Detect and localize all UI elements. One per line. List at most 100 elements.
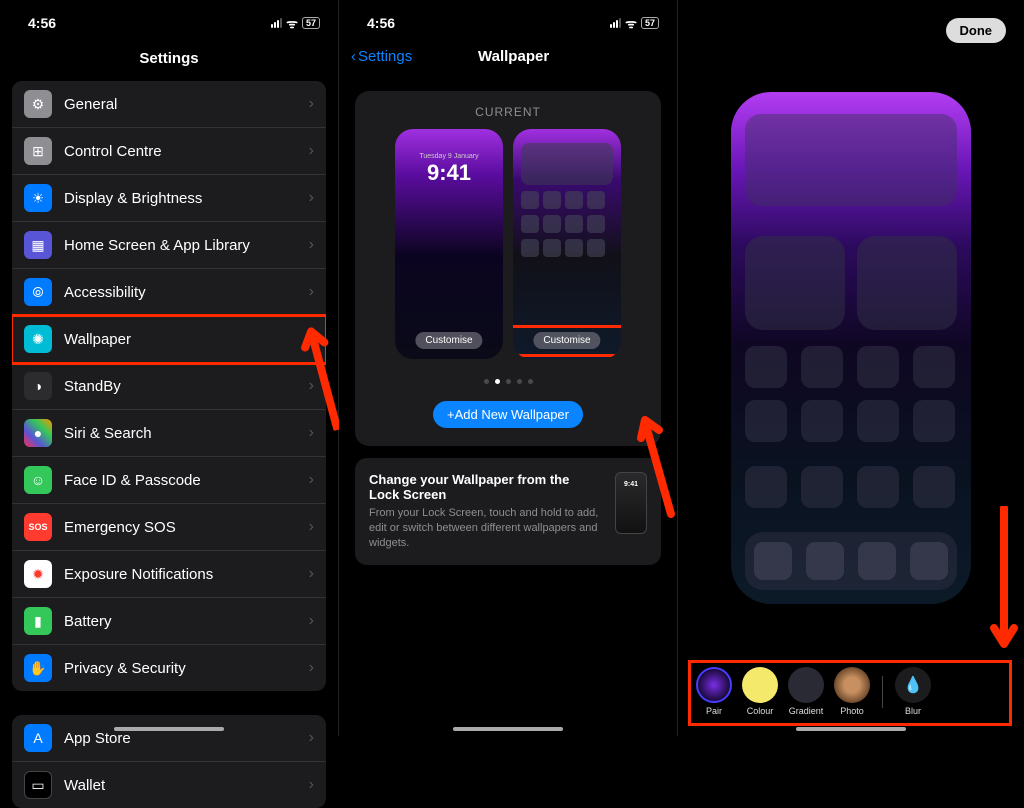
settings-list-main: ⚙General›⊞Control Centre›☀Display & Brig… — [12, 81, 326, 691]
settings-row-standby[interactable]: ◑StandBy› — [12, 363, 326, 410]
chevron-right-icon: › — [309, 377, 314, 395]
row-label: Wallet — [64, 777, 309, 794]
signal-icon — [610, 18, 621, 28]
row-icon: ✹ — [24, 560, 52, 588]
row-label: General — [64, 96, 309, 113]
widget-placeholder — [745, 114, 957, 206]
annotation-arrow-icon — [990, 506, 1018, 656]
row-icon: ▦ — [24, 231, 52, 259]
settings-row-emergency-sos[interactable]: SOSEmergency SOS› — [12, 504, 326, 551]
settings-panel: 4:56 ᯤ 57 Settings ⚙ General › ⊞ Control Cen… — [0, 0, 339, 736]
gradient-icon — [788, 667, 824, 703]
settings-row-wallpaper[interactable]: ✺Wallpaper› — [12, 316, 326, 363]
row-label: Face ID & Passcode — [64, 472, 309, 489]
colour-button[interactable]: Colour — [742, 667, 778, 716]
separator — [882, 676, 883, 708]
battery-icon: 57 — [641, 17, 659, 29]
chevron-right-icon: › — [309, 142, 314, 160]
battery-icon: 57 — [302, 17, 320, 29]
row-icon: SOS — [24, 513, 52, 541]
gradient-button[interactable]: Gradient — [788, 667, 824, 716]
add-wallpaper-button[interactable]: +Add New Wallpaper — [433, 401, 583, 428]
settings-row-home-screen-app-library[interactable]: ▦ Home Screen & App Library› — [12, 222, 326, 269]
home-indicator[interactable] — [114, 727, 224, 731]
row-label: Exposure Notifications — [64, 566, 309, 583]
status-icons: ᯤ 57 — [271, 14, 320, 32]
row-label: Accessibility — [64, 284, 309, 301]
page-title: Settings — [0, 40, 338, 81]
hint-body: From your Lock Screen, touch and hold to… — [369, 506, 603, 551]
clock: 4:56 — [28, 15, 56, 31]
settings-row-wallet[interactable]: ▭Wallet› — [12, 762, 326, 808]
status-bar: 4:56 ᯤ 57 — [339, 0, 677, 40]
settings-row-face-id-passcode[interactable]: ☺ Face ID & Passcode› — [12, 457, 326, 504]
row-label: Display & Brightness — [64, 190, 309, 207]
row-icon: ⊞ — [24, 137, 52, 165]
chevron-right-icon: › — [309, 424, 314, 442]
home-indicator[interactable] — [453, 727, 563, 731]
homescreen-editor-preview[interactable] — [731, 92, 971, 604]
status-icons: ᯤ 57 — [610, 14, 659, 32]
photo-icon — [834, 667, 870, 703]
row-icon: ◑ — [24, 372, 52, 400]
settings-row-exposure-notifications[interactable]: ✹ Exposure Notifications› — [12, 551, 326, 598]
hint-title: Change your Wallpaper from the Lock Scre… — [369, 472, 603, 502]
chevron-left-icon: ‹ — [351, 48, 356, 65]
row-label: Control Centre — [64, 143, 309, 160]
settings-row-accessibility[interactable]: ⦾ Accessibility› — [12, 269, 326, 316]
row-icon: ☺ — [24, 466, 52, 494]
row-label: Privacy & Security — [64, 660, 309, 677]
lockscreen-preview[interactable]: Tuesday 9 January 9:41 Customise — [395, 129, 503, 359]
current-label: CURRENT — [367, 105, 649, 119]
blur-icon: 💧 — [895, 667, 931, 703]
settings-row-general[interactable]: ⚙General› — [12, 81, 326, 128]
row-icon: ▭ — [24, 771, 52, 799]
row-icon: ⚙ — [24, 90, 52, 118]
wallpaper-panel: 4:56 ᯤ 57 ‹Settings Wallpaper CURRENT Tu… — [339, 0, 678, 736]
customise-lock-button[interactable]: Customise — [415, 332, 482, 349]
lockscreen-hint-card[interactable]: Change your Wallpaper from the Lock Scre… — [355, 458, 661, 565]
pair-icon — [696, 667, 732, 703]
wifi-icon: ᯤ — [286, 14, 298, 32]
page-title: Wallpaper — [362, 48, 665, 65]
row-icon: A — [24, 724, 52, 752]
settings-row-display-brightness[interactable]: ☀ Display & Brightness› — [12, 175, 326, 222]
settings-row-privacy-security[interactable]: ✋ Privacy & Security› — [12, 645, 326, 691]
page-dots[interactable] — [367, 371, 649, 389]
nav-bar: ‹Settings Wallpaper — [339, 40, 677, 73]
settings-row-app-store[interactable]: AApp Store› — [12, 715, 326, 762]
row-label: Battery — [64, 613, 309, 630]
chevron-right-icon: › — [309, 236, 314, 254]
row-icon: ✋ — [24, 654, 52, 682]
wifi-icon: ᯤ — [625, 14, 637, 32]
chevron-right-icon: › — [309, 189, 314, 207]
chevron-right-icon: › — [309, 471, 314, 489]
done-button[interactable]: Done — [946, 18, 1007, 43]
row-label: Home Screen & App Library — [64, 237, 309, 254]
settings-row-control-centre[interactable]: ⊞ Control Centre› — [12, 128, 326, 175]
customise-home-button[interactable]: Customise — [533, 332, 600, 349]
homescreen-preview[interactable]: Customise — [513, 129, 621, 359]
status-bar: 4:56 ᯤ 57 — [0, 0, 338, 40]
settings-row-battery[interactable]: ▮Battery› — [12, 598, 326, 645]
chevron-right-icon: › — [309, 729, 314, 747]
row-icon: ● — [24, 419, 52, 447]
settings-row-siri-search[interactable]: ● Siri & Search› — [12, 410, 326, 457]
pair-button[interactable]: Pair — [696, 667, 732, 716]
chevron-right-icon: › — [309, 659, 314, 677]
row-icon: ⦾ — [24, 278, 52, 306]
row-icon: ▮ — [24, 607, 52, 635]
wallpaper-thumbs: Tuesday 9 January 9:41 Customise Customi… — [367, 129, 649, 359]
home-indicator[interactable] — [796, 727, 906, 731]
current-wallpaper-card: CURRENT Tuesday 9 January 9:41 Customise… — [355, 91, 661, 446]
row-label: Siri & Search — [64, 425, 309, 442]
clock: 4:56 — [367, 15, 395, 31]
chevron-right-icon: › — [309, 565, 314, 583]
row-icon: ☀ — [24, 184, 52, 212]
chevron-right-icon: › — [309, 283, 314, 301]
chevron-right-icon: › — [309, 330, 314, 348]
lock-date: Tuesday 9 January — [395, 153, 503, 160]
photo-button[interactable]: Photo — [834, 667, 870, 716]
blur-button[interactable]: 💧Blur — [895, 667, 931, 716]
row-icon: ✺ — [24, 325, 52, 353]
